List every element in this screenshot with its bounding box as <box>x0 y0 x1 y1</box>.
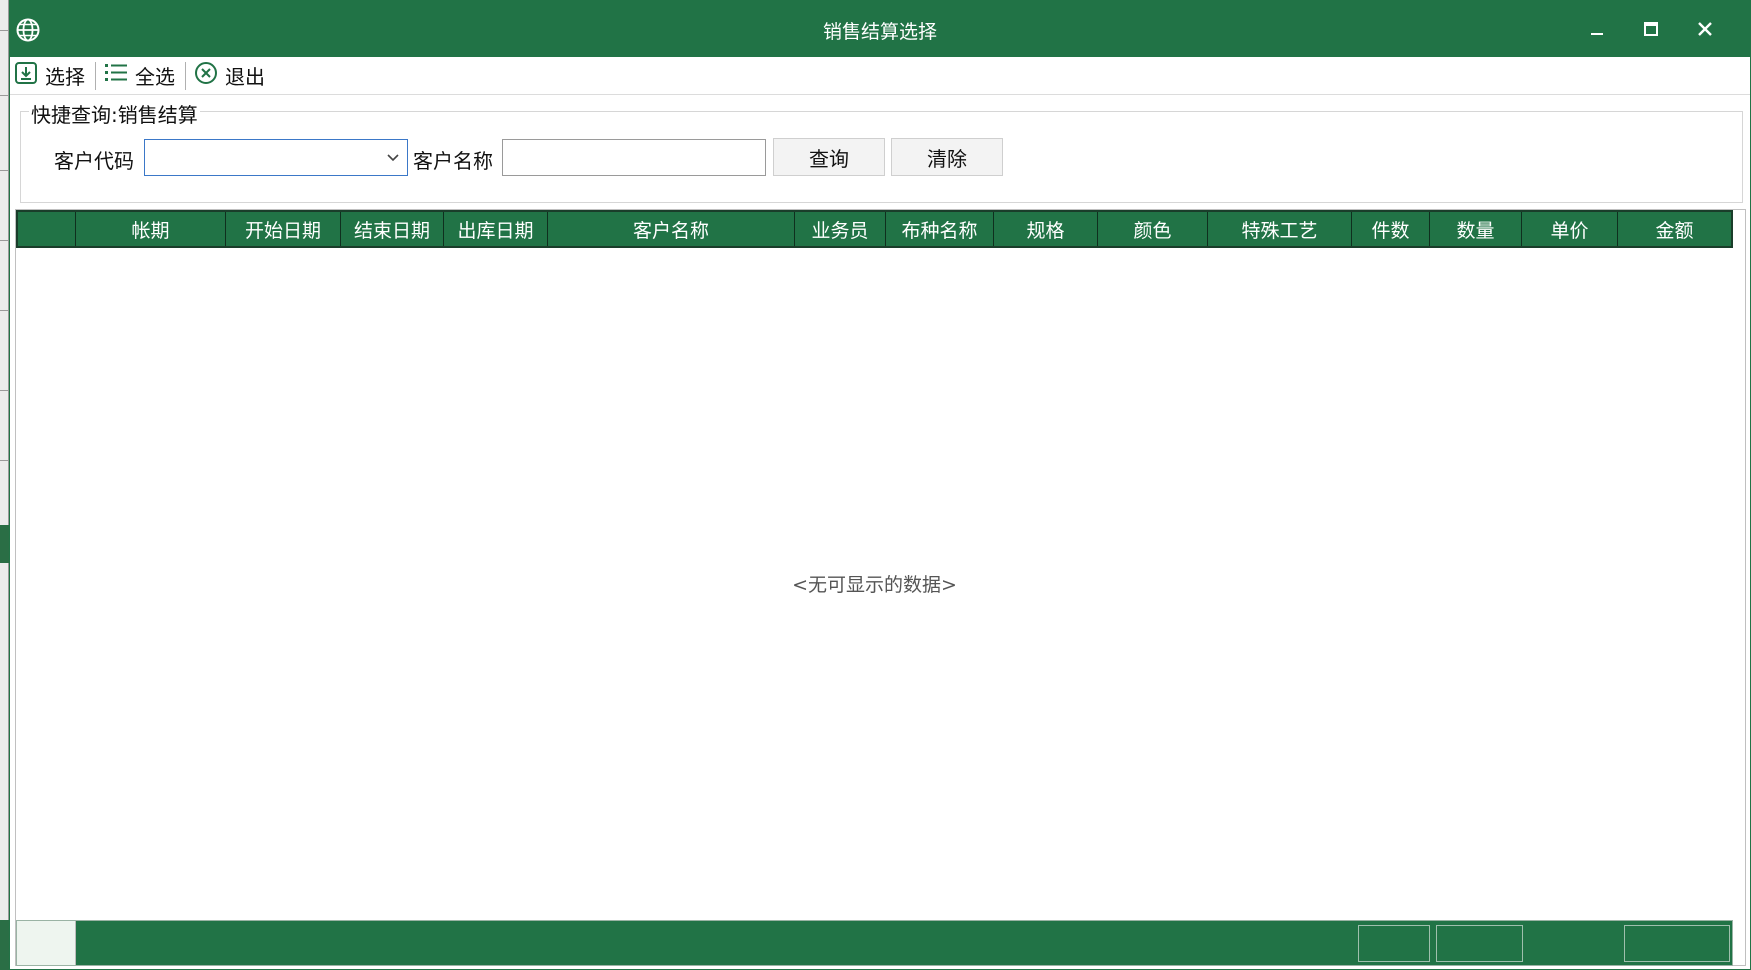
background-window-edge <box>0 0 9 970</box>
grid-column-amount[interactable]: 金额 <box>1618 212 1731 246</box>
grid-column-period[interactable]: 帐期 <box>76 212 226 246</box>
window-title: 销售结算选择 <box>822 21 937 43</box>
grid-header: 帐期 开始日期 结束日期 出库日期 客户名称 业务员 布种名称 规格 颜色 特殊… <box>16 210 1733 248</box>
grid-column-outbound-date[interactable]: 出库日期 <box>444 212 548 246</box>
chevron-down-icon[interactable] <box>385 149 401 169</box>
sales-settlement-select-dialog: 销售结算选择 选择 全选 退出 快捷查询:销售结算 客户代码 客户名称 查询 清… <box>9 0 1751 970</box>
grid-column-special-process[interactable]: 特殊工艺 <box>1208 212 1352 246</box>
grid-column-customer-name[interactable]: 客户名称 <box>548 212 795 246</box>
exit-label: 退出 <box>225 65 265 89</box>
title-bar[interactable]: 销售结算选择 <box>10 1 1750 57</box>
close-button[interactable] <box>1683 11 1727 47</box>
minimize-button[interactable] <box>1575 11 1619 47</box>
quick-search-group: 快捷查询:销售结算 客户代码 客户名称 查询 清除 <box>20 99 1743 203</box>
grid-column-pieces[interactable]: 件数 <box>1352 212 1430 246</box>
toolbar-separator <box>95 61 96 90</box>
footer-indicator-cell <box>17 921 76 965</box>
list-icon <box>104 62 135 89</box>
exit-button[interactable]: 退出 <box>190 59 271 93</box>
footer-summary-quantity <box>1436 925 1523 962</box>
grid-column-unit-price[interactable]: 单价 <box>1522 212 1618 246</box>
select-all-button[interactable]: 全选 <box>100 59 181 93</box>
customer-name-input[interactable] <box>503 140 765 175</box>
grid-column-color[interactable]: 颜色 <box>1098 212 1208 246</box>
grid-column-indicator[interactable] <box>18 212 76 246</box>
grid-column-quantity[interactable]: 数量 <box>1430 212 1522 246</box>
grid-column-end-date[interactable]: 结束日期 <box>341 212 444 246</box>
clear-button[interactable]: 清除 <box>891 138 1003 176</box>
query-button[interactable]: 查询 <box>773 138 885 176</box>
customer-code-combo[interactable] <box>144 139 408 176</box>
grid-footer <box>16 920 1733 966</box>
select-label: 选择 <box>45 65 85 89</box>
maximize-button[interactable] <box>1629 11 1673 47</box>
customer-name-field[interactable] <box>502 139 766 176</box>
customer-code-label: 客户代码 <box>54 149 134 173</box>
footer-summary-amount <box>1624 925 1730 962</box>
grid-column-start-date[interactable]: 开始日期 <box>226 212 341 246</box>
grid-column-fabric-name[interactable]: 布种名称 <box>886 212 994 246</box>
toolbar: 选择 全选 退出 <box>10 57 1750 95</box>
customer-name-label: 客户名称 <box>413 149 493 173</box>
toolbar-separator <box>185 61 186 90</box>
cancel-circle-icon <box>194 61 225 90</box>
grid-column-spec[interactable]: 规格 <box>994 212 1098 246</box>
select-button[interactable]: 选择 <box>10 59 91 93</box>
footer-summary-pieces <box>1358 925 1430 962</box>
customer-code-input[interactable] <box>145 140 375 173</box>
grid-column-salesperson[interactable]: 业务员 <box>795 212 886 246</box>
select-all-label: 全选 <box>135 65 175 89</box>
group-title: 快捷查询:销售结算 <box>29 99 200 128</box>
empty-grid-message: <无可显示的数据> <box>792 574 957 596</box>
download-icon <box>14 61 45 90</box>
settlement-grid[interactable]: 帐期 开始日期 结束日期 出库日期 客户名称 业务员 布种名称 规格 颜色 特殊… <box>15 209 1746 966</box>
